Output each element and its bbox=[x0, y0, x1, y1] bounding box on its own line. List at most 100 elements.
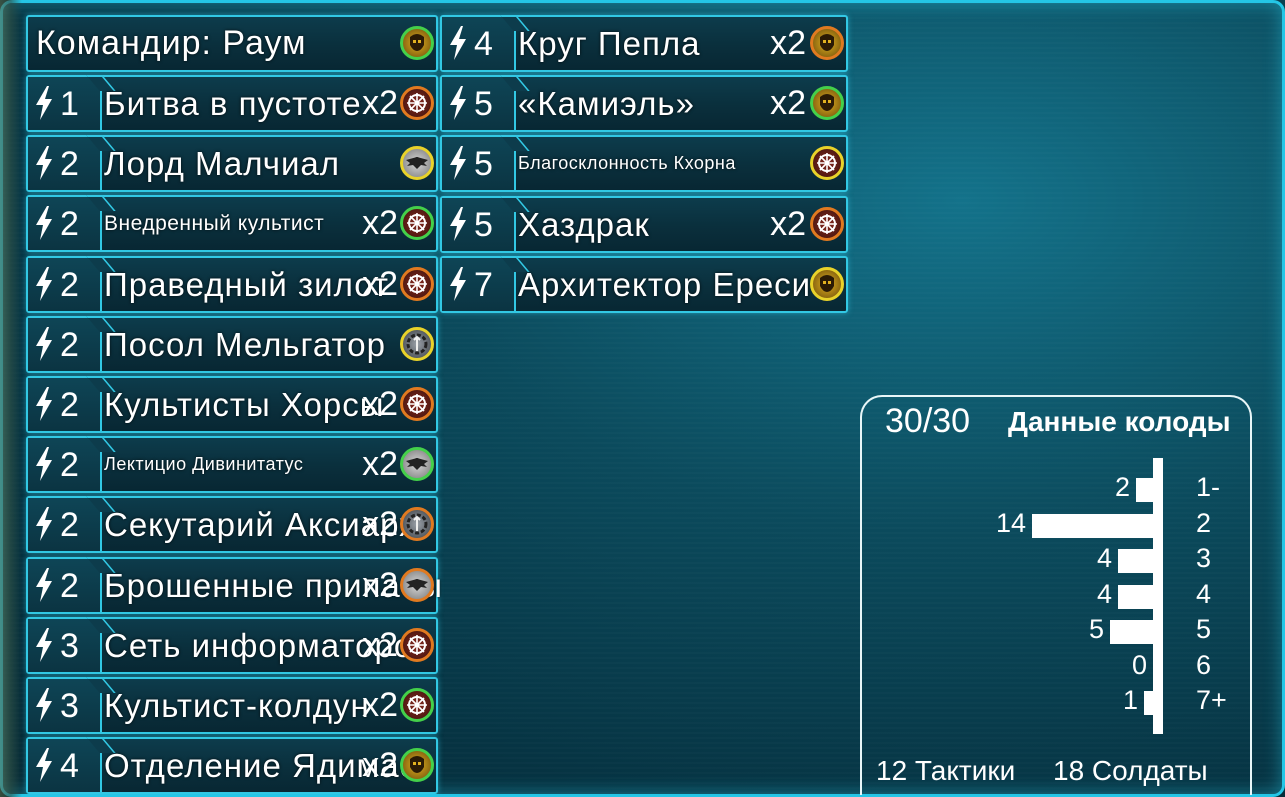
card-name: Праведный зилот bbox=[104, 266, 389, 303]
deck-card[interactable]: 4 Отделение Ядимас x2 bbox=[26, 737, 438, 794]
deck-card[interactable]: 5 «Камиэль» x2 bbox=[440, 75, 848, 132]
card-cost: 5 bbox=[474, 85, 493, 123]
deck-card-total: 30/30 bbox=[885, 402, 971, 440]
card-count: x2 bbox=[362, 566, 398, 604]
deck-card[interactable]: 2 Секутарий Аксиарх x2 bbox=[26, 496, 438, 553]
deck-card[interactable]: 2 Лектицио Дивинитатус x2 bbox=[26, 436, 438, 493]
card-count: x2 bbox=[362, 626, 398, 664]
curve-cost-label: 1- bbox=[1196, 472, 1221, 502]
lightning-icon bbox=[34, 267, 54, 301]
curve-count-label: 14 bbox=[995, 508, 1026, 538]
curve-count-label: 4 bbox=[1096, 543, 1112, 573]
card-cost: 2 bbox=[60, 326, 79, 364]
card-count: x2 bbox=[362, 686, 398, 724]
curve-bar bbox=[1144, 691, 1153, 715]
lightning-icon bbox=[448, 207, 468, 241]
card-count: x2 bbox=[770, 205, 806, 243]
deck-card[interactable]: 7 Архитектор Ереси bbox=[440, 256, 848, 313]
curve-bar bbox=[1032, 514, 1153, 538]
card-cost: 3 bbox=[60, 687, 79, 725]
curve-bar bbox=[1110, 620, 1153, 644]
cost-badge: 3 bbox=[28, 679, 102, 732]
deck-card[interactable]: 5 Хаздрак x2 bbox=[440, 196, 848, 253]
card-cost: 1 bbox=[60, 85, 79, 123]
curve-bar bbox=[1118, 585, 1153, 609]
card-cost: 2 bbox=[60, 506, 79, 544]
deck-card[interactable]: 2 Посол Мельгатор bbox=[26, 316, 438, 373]
card-count: x2 bbox=[362, 505, 398, 543]
card-name: Культист-колдун bbox=[104, 687, 370, 724]
card-name: Посол Мельгатор bbox=[104, 326, 386, 363]
deck-card[interactable]: 2 Брошенные припасы x2 bbox=[26, 557, 442, 614]
imperial-faction-icon bbox=[400, 447, 434, 481]
card-name: Хаздрак bbox=[518, 206, 650, 243]
cost-badge: 7 bbox=[442, 258, 516, 311]
deck-card[interactable]: 3 Сеть информаторов x2 bbox=[26, 617, 438, 674]
card-cost: 2 bbox=[60, 446, 79, 484]
card-cost: 2 bbox=[60, 386, 79, 424]
chaos-faction-icon bbox=[400, 267, 434, 301]
soldiers-count: 18 Солдаты bbox=[1053, 755, 1208, 786]
card-name: Благосклонность Кхорна bbox=[518, 153, 736, 173]
card-count: x2 bbox=[362, 204, 398, 242]
imperial-faction-icon bbox=[400, 568, 434, 602]
card-name: Внедренный культист bbox=[104, 212, 325, 235]
cost-badge: 2 bbox=[28, 438, 102, 491]
lightning-icon bbox=[34, 688, 54, 722]
card-name: Лектицио Дивинитатус bbox=[104, 454, 304, 474]
chaos-faction-icon bbox=[400, 387, 434, 421]
cost-badge: 5 bbox=[442, 198, 516, 251]
deck-card[interactable]: 2 Внедренный культист x2 bbox=[26, 195, 438, 252]
cost-badge: 2 bbox=[28, 498, 102, 551]
curve-count-label: 0 bbox=[1131, 650, 1147, 680]
mech-faction-icon bbox=[400, 327, 434, 361]
curve-axis bbox=[1153, 458, 1163, 734]
card-cost: 4 bbox=[60, 747, 79, 785]
card-count: x2 bbox=[362, 746, 398, 784]
ork-faction-icon bbox=[810, 86, 844, 120]
cost-badge: 2 bbox=[28, 137, 102, 190]
deck-card[interactable]: 2 Лорд Малчиал bbox=[26, 135, 438, 192]
cost-badge: 2 bbox=[28, 559, 102, 612]
card-name: Культисты Хорсы bbox=[104, 386, 385, 423]
curve-bar bbox=[1118, 549, 1153, 573]
ork-faction-icon bbox=[810, 26, 844, 60]
tactics-count: 12 Тактики bbox=[876, 755, 1016, 786]
card-cost: 2 bbox=[60, 145, 79, 183]
deck-card[interactable]: 3 Культист-колдун x2 bbox=[26, 677, 438, 734]
mech-faction-icon bbox=[400, 507, 434, 541]
curve-count-label: 1 bbox=[1122, 685, 1138, 715]
chaos-faction-icon bbox=[400, 206, 434, 240]
lightning-icon bbox=[34, 447, 54, 481]
chaos-faction-icon bbox=[400, 86, 434, 120]
cost-badge: 1 bbox=[28, 77, 102, 130]
cost-badge: 2 bbox=[28, 318, 102, 371]
card-cost: 3 bbox=[60, 627, 79, 665]
ork-faction-icon bbox=[400, 26, 434, 60]
card-name: Круг Пепла bbox=[518, 25, 701, 62]
curve-cost-label: 7+ bbox=[1196, 685, 1227, 715]
cost-badge: 4 bbox=[442, 17, 516, 70]
card-name: «Камиэль» bbox=[518, 85, 695, 122]
deck-data-panel bbox=[860, 395, 1252, 795]
cost-badge: 2 bbox=[28, 258, 102, 311]
deck-card[interactable]: 2 Культисты Хорсы x2 bbox=[26, 376, 438, 433]
deck-card[interactable]: 1 Битва в пустоте x2 bbox=[26, 75, 438, 132]
curve-count-label: 5 bbox=[1088, 614, 1104, 644]
commander-card[interactable]: Командир: Раум bbox=[26, 15, 438, 72]
deck-card[interactable]: 4 Круг Пепла x2 bbox=[440, 15, 848, 72]
deck-card[interactable]: 2 Праведный зилот x2 bbox=[26, 256, 438, 313]
lightning-icon bbox=[34, 568, 54, 602]
curve-cost-label: 4 bbox=[1196, 579, 1212, 609]
card-cost: 2 bbox=[60, 567, 79, 605]
cost-badge: 5 bbox=[442, 137, 516, 190]
card-count: x2 bbox=[362, 385, 398, 423]
card-name: Битва в пустоте bbox=[104, 85, 362, 122]
deck-card[interactable]: 5 Благосклонность Кхорна bbox=[440, 135, 848, 192]
lightning-icon bbox=[34, 748, 54, 782]
cost-badge: 5 bbox=[442, 77, 516, 130]
card-cost: 5 bbox=[474, 145, 493, 183]
cost-badge: 2 bbox=[28, 197, 102, 250]
card-cost: 7 bbox=[474, 266, 493, 304]
lightning-icon bbox=[34, 507, 54, 541]
